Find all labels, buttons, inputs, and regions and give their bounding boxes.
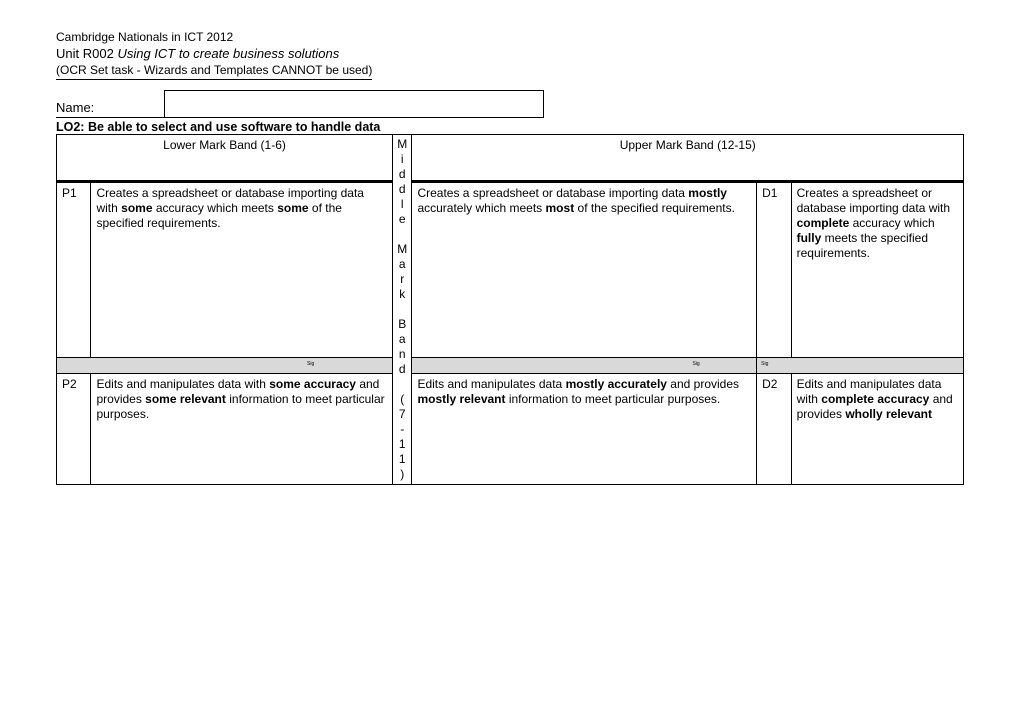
criteria-row-p1: P1 Creates a spreadsheet or database imp… [57,181,964,358]
unit-code: Unit R002 [56,46,114,61]
middle-criteria: Creates a spreadsheet or database import… [412,181,757,358]
signature-row-1: Sig Sig Sig [57,358,964,374]
lower-criteria: Creates a spreadsheet or database import… [91,181,393,358]
band-header-row: Lower Mark Band (1-6) Middle Mark Band (… [57,135,964,182]
upper-criteria: Creates a spreadsheet or database import… [791,181,963,358]
p-code: P2 [57,374,91,485]
lower-band-header: Lower Mark Band (1-6) [57,135,393,182]
upper-band-header: Upper Mark Band (12-15) [412,135,964,182]
unit-header: Unit R002 Using ICT to create business s… [56,46,964,61]
learning-objective: LO2: Be able to select and use software … [56,120,964,134]
p-code: P1 [57,181,91,358]
sig-upper[interactable]: Sig [757,358,964,374]
upper-criteria: Edits and manipulates data with complete… [791,374,963,485]
name-row: Name: [56,90,964,118]
middle-criteria: Edits and manipulates data mostly accura… [412,374,757,485]
sig-middle[interactable]: Sig [412,358,757,374]
lower-criteria: Edits and manipulates data with some acc… [91,374,393,485]
name-input-box[interactable] [164,90,544,118]
criteria-row-p2: P2 Edits and manipulates data with some … [57,374,964,485]
task-note: (OCR Set task - Wizards and Templates CA… [56,63,372,80]
d-code: D1 [757,181,791,358]
d-code: D2 [757,374,791,485]
course-header: Cambridge Nationals in ICT 2012 [56,30,964,44]
name-label: Name: [56,90,164,118]
middle-band-vertical: Middle Mark Band (7-11) [393,135,412,485]
sig-lower[interactable]: Sig [57,358,393,374]
unit-title: Using ICT to create business solutions [117,46,339,61]
mark-band-table: Lower Mark Band (1-6) Middle Mark Band (… [56,134,964,485]
